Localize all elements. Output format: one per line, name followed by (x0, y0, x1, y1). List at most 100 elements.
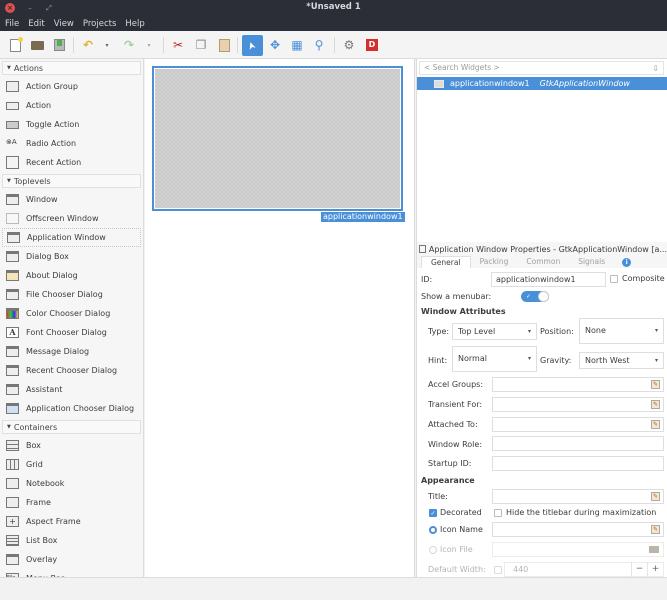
menu-file[interactable]: File (5, 19, 19, 29)
design-window-widget[interactable] (152, 66, 403, 211)
paste-button[interactable] (214, 35, 234, 55)
menu-bar: File Edit View Projects Help (0, 16, 667, 31)
edit-icon[interactable]: ✎ (651, 380, 660, 389)
margin-edit-button[interactable]: ▦ (287, 35, 307, 55)
empty-placeholder[interactable] (155, 69, 400, 208)
palette-item-overlay[interactable]: Overlay (0, 550, 143, 569)
palette-item-offscreen-window[interactable]: Offscreen Window (0, 209, 143, 228)
accel-groups-input[interactable]: ✎ (492, 377, 664, 392)
design-canvas[interactable]: applicationwindow1 (145, 59, 415, 577)
attached-to-input[interactable]: ✎ (492, 417, 664, 432)
tab-packing[interactable]: Packing (471, 256, 518, 268)
window-role-input[interactable] (492, 436, 664, 451)
palette-item-grid[interactable]: Grid (0, 455, 143, 474)
position-select[interactable]: None ▾ (579, 318, 664, 344)
folder-icon[interactable] (649, 546, 659, 553)
icon-name-input[interactable]: ✎ (492, 522, 664, 537)
devhelp-icon: D (366, 39, 378, 51)
palette-item-message-dialog[interactable]: Message Dialog (0, 342, 143, 361)
tab-common[interactable]: Common (517, 256, 569, 268)
recent-chooser-dialog-icon (6, 365, 19, 376)
palette-item-color-chooser-dialog[interactable]: Color Chooser Dialog (0, 304, 143, 323)
edit-icon[interactable]: ✎ (651, 420, 660, 429)
palette-item-radio-action[interactable]: ⊗A Radio Action (0, 134, 143, 153)
new-button[interactable] (5, 35, 25, 55)
menu-help[interactable]: Help (125, 19, 144, 29)
undo-history-dropdown[interactable]: ▾ (102, 35, 112, 55)
title-input[interactable]: ✎ (492, 489, 664, 504)
startup-id-input[interactable] (492, 456, 664, 471)
transient-for-input[interactable]: ✎ (492, 397, 664, 412)
open-button[interactable] (27, 35, 47, 55)
redo-button[interactable]: ↷ (119, 35, 139, 55)
copy-button[interactable]: ❐ (191, 35, 211, 55)
icon-name-radio[interactable] (429, 526, 437, 534)
palette-item-file-chooser-dialog[interactable]: File Chooser Dialog (0, 285, 143, 304)
accessibility-tab-icon[interactable]: i (622, 257, 632, 267)
menu-projects[interactable]: Projects (83, 19, 117, 29)
status-bar (0, 577, 667, 600)
devhelp-button[interactable]: D (362, 35, 382, 55)
cut-button[interactable]: ✂ (168, 35, 188, 55)
startup-id-label: Startup ID: (428, 459, 472, 468)
gravity-select[interactable]: North West ▾ (579, 352, 664, 369)
palette-item-notebook[interactable]: Notebook (0, 474, 143, 493)
id-input[interactable]: applicationwindow1 (491, 272, 606, 287)
decorated-checkbox[interactable]: ✓ (429, 509, 437, 517)
icon-file-radio[interactable] (429, 546, 437, 554)
hint-select[interactable]: Normal ▾ (452, 346, 537, 372)
palette-item-frame[interactable]: Frame (0, 493, 143, 512)
tree-row[interactable]: applicationwindow1 GtkApplicationWindow (417, 77, 667, 90)
redo-history-dropdown[interactable]: ▾ (144, 35, 154, 55)
menu-edit[interactable]: Edit (28, 19, 44, 29)
palette-item-action-group[interactable]: Action Group (0, 77, 143, 96)
menu-view[interactable]: View (54, 19, 74, 29)
default-width-spinner[interactable]: 440 − + (504, 562, 664, 577)
palette-item-application-chooser-dialog[interactable]: Application Chooser Dialog (0, 399, 143, 418)
palette-item-recent-action[interactable]: Recent Action (0, 153, 143, 172)
increment-button[interactable]: + (647, 562, 663, 577)
palette-item-assistant[interactable]: Assistant (0, 380, 143, 399)
palette-item-toggle-action[interactable]: Toggle Action (0, 115, 143, 134)
palette-item-recent-chooser-dialog[interactable]: Recent Chooser Dialog (0, 361, 143, 380)
message-dialog-icon (6, 346, 19, 357)
palette-section-actions[interactable]: ▼ Actions (2, 61, 141, 75)
preferences-button[interactable]: ⚙ (339, 35, 359, 55)
palette-item-about-dialog[interactable]: About Dialog (0, 266, 143, 285)
tab-signals[interactable]: Signals (569, 256, 614, 268)
save-button[interactable] (49, 35, 69, 55)
undo-button[interactable]: ↶ (78, 35, 98, 55)
palette-section-containers[interactable]: ▼ Containers (2, 420, 141, 434)
recent-action-icon (6, 156, 19, 169)
edit-icon[interactable]: ✎ (651, 400, 660, 409)
palette-item-list-box[interactable]: List Box (0, 531, 143, 550)
composite-checkbox[interactable] (610, 275, 618, 283)
palette-item-menu-bar[interactable]: FileMenu Bar (0, 569, 143, 577)
drag-resize-button[interactable]: ✥ (265, 35, 285, 55)
pointer-mode-button[interactable]: ➤ (242, 35, 263, 56)
palette-item-window[interactable]: Window (0, 190, 143, 209)
appearance-heading: Appearance (421, 476, 475, 485)
tab-general[interactable]: General (421, 256, 471, 268)
selected-widget-label: applicationwindow1 (321, 212, 405, 222)
search-widgets-input[interactable]: < Search Widgets > ⇩ (419, 61, 664, 75)
palette-item-font-chooser-dialog[interactable]: A Font Chooser Dialog (0, 323, 143, 342)
palette-item-dialog-box[interactable]: Dialog Box (0, 247, 143, 266)
default-width-checkbox[interactable] (494, 566, 502, 574)
search-icon[interactable]: ⇩ (652, 63, 659, 75)
palette-item-application-window[interactable]: Application Window (2, 228, 141, 247)
decrement-button[interactable]: − (631, 562, 647, 577)
align-edit-button[interactable]: ⚲ (309, 35, 329, 55)
type-select[interactable]: Top Level ▾ (452, 323, 537, 340)
palette-item-aspect-frame[interactable]: + Aspect Frame (0, 512, 143, 531)
icon-file-input[interactable] (492, 542, 664, 557)
edit-icon[interactable]: ✎ (651, 525, 660, 534)
palette-item-box[interactable]: Box (0, 436, 143, 455)
palette-section-toplevels[interactable]: ▼ Toplevels (2, 174, 141, 188)
edit-icon[interactable]: ✎ (651, 492, 660, 501)
palette-item-action[interactable]: Action (0, 96, 143, 115)
show-menubar-switch[interactable]: ✓ (521, 291, 549, 302)
hide-titlebar-checkbox[interactable] (494, 509, 502, 517)
about-dialog-icon (6, 270, 19, 281)
preferences-icon: ⚙ (343, 38, 355, 52)
